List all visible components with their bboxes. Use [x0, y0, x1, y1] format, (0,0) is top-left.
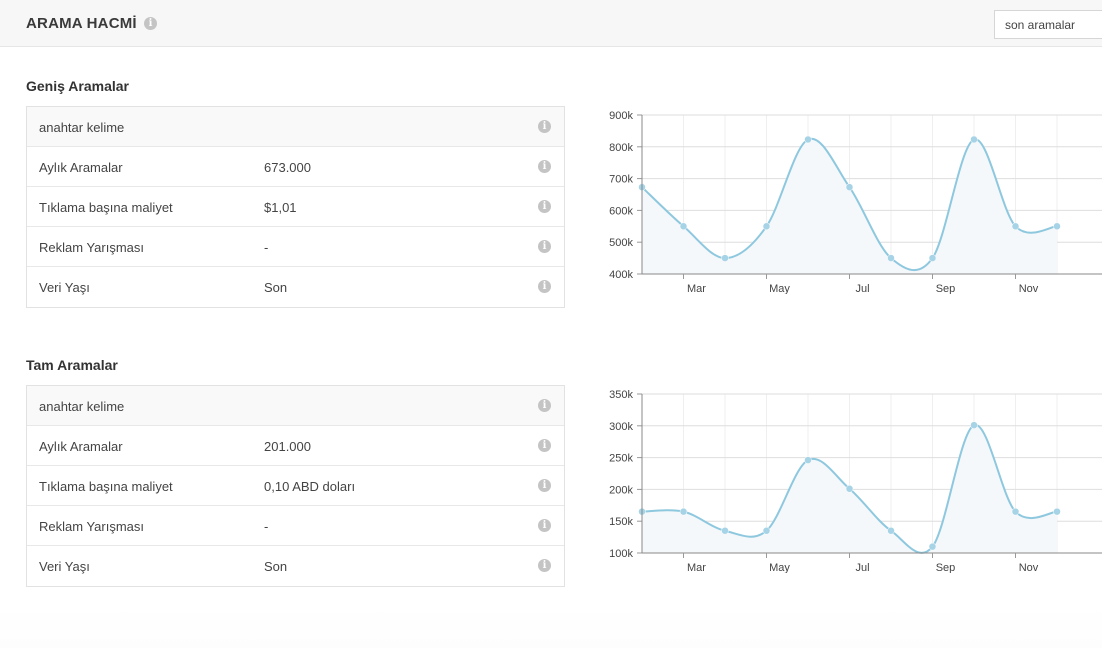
header-bar: ARAMA HACMİ i son aramalar: [0, 0, 1102, 47]
table-row: anahtar kelime i: [27, 107, 564, 147]
x-tick-label: Sep: [936, 283, 956, 294]
y-tick-label: 100k: [609, 548, 633, 560]
exact-searches-title: Tam Aramalar: [26, 357, 118, 373]
row-value: Son: [264, 280, 288, 295]
broad-searches-title: Geniş Aramalar: [26, 78, 129, 94]
data-point: [679, 222, 688, 231]
data-point: [970, 421, 978, 429]
y-tick-label: 500k: [609, 237, 633, 249]
row-value: -: [264, 519, 269, 534]
x-tick-label: Nov: [1019, 283, 1039, 294]
row-label: Aylık Aramalar: [39, 160, 123, 175]
info-icon[interactable]: i: [538, 160, 551, 173]
broad-searches-chart: 900k 800k 700k 600k 500k 400k Mar May Jul Sep Nov: [600, 104, 1102, 294]
row-label: Reklam Yarışması: [39, 240, 144, 255]
info-icon[interactable]: i: [538, 439, 551, 452]
row-label: Aylık Aramalar: [39, 439, 123, 454]
x-tick-label: May: [769, 283, 790, 294]
data-point: [928, 542, 937, 551]
data-point: [721, 254, 729, 262]
row-value: 0,10 ABD doları: [264, 479, 356, 494]
footer-area: [0, 604, 1102, 648]
y-tick-label: 700k: [609, 174, 633, 186]
data-point: [804, 135, 812, 144]
x-tick-label: May: [769, 562, 790, 573]
y-tick-label: 800k: [609, 142, 633, 154]
table-row: Reklam Yarışması - i: [27, 227, 564, 267]
row-label: Veri Yaşı: [39, 280, 90, 295]
info-icon[interactable]: i: [538, 399, 551, 412]
data-point: [804, 456, 812, 464]
data-point: [1053, 222, 1061, 231]
y-tick-label: 150k: [609, 516, 633, 528]
row-value: $1,01: [264, 200, 297, 215]
exact-searches-chart: 350k 300k 250k 200k 150k 100k Mar May Jul Sep Nov: [600, 383, 1102, 573]
table-row: Aylık Aramalar 201.000 i: [27, 426, 564, 466]
table-row: Tıklama başına maliyet 0,10 ABD doları i: [27, 466, 564, 506]
data-point: [721, 526, 729, 535]
info-icon[interactable]: i: [538, 479, 551, 492]
row-value: 673.000: [264, 160, 311, 175]
data-point: [762, 526, 771, 535]
y-tick-label: 900k: [609, 110, 633, 122]
info-icon[interactable]: i: [538, 120, 551, 133]
row-label: anahtar kelime: [39, 399, 125, 414]
data-point: [928, 254, 937, 262]
x-tick-label: Sep: [936, 562, 956, 573]
row-label: anahtar kelime: [39, 120, 125, 135]
row-label: Tıklama başına maliyet: [39, 479, 173, 494]
info-icon[interactable]: i: [538, 280, 551, 293]
info-icon[interactable]: i: [144, 17, 157, 30]
table-row: Reklam Yarışması - i: [27, 506, 564, 546]
period-select[interactable]: son aramalar: [994, 10, 1102, 39]
y-tick-label: 350k: [609, 389, 633, 401]
row-label: Tıklama başına maliyet: [39, 200, 173, 215]
data-point: [845, 183, 854, 191]
x-tick-label: Nov: [1019, 562, 1039, 573]
x-tick-label: Mar: [687, 562, 706, 573]
data-point: [1053, 507, 1061, 516]
y-tick-label: 200k: [609, 484, 633, 496]
data-point: [1011, 507, 1020, 516]
info-icon[interactable]: i: [538, 519, 551, 532]
info-icon[interactable]: i: [538, 559, 551, 572]
table-row: anahtar kelime i: [27, 386, 564, 426]
y-tick-label: 250k: [609, 453, 633, 465]
x-tick-label: Jul: [855, 562, 869, 573]
data-point: [679, 507, 688, 516]
info-icon[interactable]: i: [538, 240, 551, 253]
data-point: [762, 222, 771, 231]
y-tick-label: 300k: [609, 421, 633, 433]
data-point: [845, 485, 854, 493]
y-tick-label: 600k: [609, 205, 633, 217]
table-row: Veri Yaşı Son i: [27, 546, 564, 586]
page-title: ARAMA HACMİ: [26, 15, 137, 32]
data-point: [1011, 222, 1020, 231]
x-tick-label: Mar: [687, 283, 706, 294]
info-icon[interactable]: i: [538, 200, 551, 213]
x-tick-label: Jul: [855, 283, 869, 294]
exact-searches-table: anahtar kelime i Aylık Aramalar 201.000 i Tık…: [26, 385, 565, 587]
data-point: [887, 254, 895, 262]
row-label: Veri Yaşı: [39, 559, 90, 574]
y-tick-label: 400k: [609, 269, 633, 281]
table-row: Tıklama başına maliyet $1,01 i: [27, 187, 564, 227]
row-value: -: [264, 240, 269, 255]
data-point: [970, 135, 978, 144]
table-row: Aylık Aramalar 673.000 i: [27, 147, 564, 187]
table-row: Veri Yaşı Son i: [27, 267, 564, 307]
row-value: Son: [264, 559, 288, 574]
broad-searches-table: anahtar kelime i Aylık Aramalar 673.000 i Tık…: [26, 106, 565, 308]
data-point: [887, 526, 895, 535]
row-label: Reklam Yarışması: [39, 519, 144, 534]
row-value: 201.000: [264, 439, 311, 454]
